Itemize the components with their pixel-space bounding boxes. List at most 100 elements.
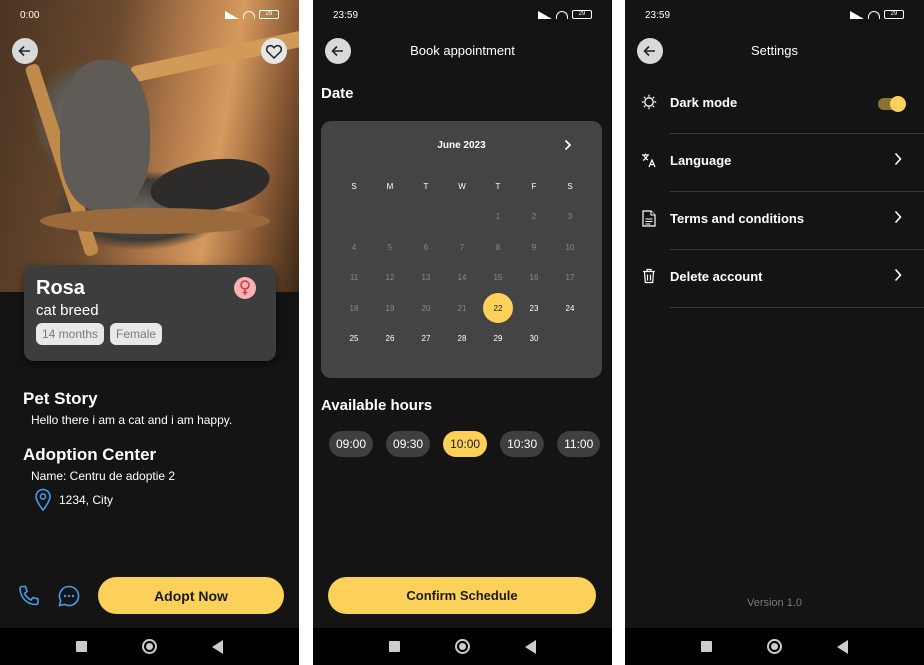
weekday-label: M [386, 181, 394, 191]
chevron-right-icon [894, 268, 902, 287]
status-icons: 29 [850, 10, 904, 19]
confirm-schedule-button[interactable]: Confirm Schedule [328, 577, 596, 614]
heart-icon [266, 44, 282, 59]
recents-icon[interactable] [701, 641, 712, 652]
chevron-right-icon [894, 210, 902, 229]
center-name: Name: Centru de adoptie 2 [31, 469, 176, 483]
calendar-day: 2 [516, 202, 552, 232]
calendar-day: 11 [336, 263, 372, 293]
home-icon[interactable] [767, 639, 782, 654]
status-time: 23:59 [333, 10, 359, 21]
calendar-day[interactable]: 29 [480, 324, 516, 354]
age-chip: 14 months [36, 323, 105, 345]
adopt-now-button[interactable]: Adopt Now [98, 577, 284, 614]
pet-info-card: Rosa cat breed 14 months Female [24, 265, 276, 361]
pet-name: Rosa [36, 277, 85, 299]
recents-icon[interactable] [76, 641, 87, 652]
back-nav-icon[interactable] [212, 639, 223, 654]
adoption-center-title: Adoption Center [23, 445, 157, 464]
day-number: 7 [459, 242, 465, 252]
calendar-day[interactable]: 26 [372, 324, 408, 354]
weekday-label: F [531, 181, 537, 191]
setting-delete-account[interactable]: Delete account [625, 250, 924, 308]
chevron-right-icon[interactable] [564, 139, 572, 154]
setting-label: Terms and conditions [670, 211, 805, 226]
trash-icon [641, 268, 657, 284]
calendar-day: 4 [336, 232, 372, 262]
pet-photo [0, 0, 299, 292]
system-nav-bar [313, 628, 612, 665]
calendar-day[interactable]: 23 [516, 293, 552, 323]
calendar-day[interactable]: 24 [552, 293, 588, 323]
setting-language[interactable]: Language [625, 134, 924, 192]
battery-icon: 29 [259, 10, 279, 19]
calendar-day: 17 [552, 263, 588, 293]
setting-terms[interactable]: Terms and conditions [625, 192, 924, 250]
favorite-button[interactable] [261, 38, 287, 64]
chair-seat [40, 208, 270, 234]
day-number: 24 [565, 303, 575, 313]
day-number: 16 [529, 273, 539, 283]
cat-figure [60, 60, 150, 210]
home-icon[interactable] [142, 639, 157, 654]
back-button[interactable] [637, 38, 663, 64]
back-button[interactable] [12, 38, 38, 64]
day-number: 29 [493, 334, 503, 344]
hour-chip[interactable]: 11:00 [557, 431, 601, 457]
brightness-icon [641, 94, 657, 110]
pet-story-title: Pet Story [23, 389, 98, 408]
day-number: 17 [565, 273, 575, 283]
setting-label: Delete account [670, 269, 763, 284]
calendar-day: 21 [444, 293, 480, 323]
calendar-day: 3 [552, 202, 588, 232]
book-appointment-screen: 23:59 29 Book appointment Date June 2023… [313, 0, 612, 665]
calendar-day [444, 202, 480, 232]
status-bar: 23:59 29 [313, 0, 612, 30]
calendar-day: 20 [408, 293, 444, 323]
calendar-day[interactable]: 27 [408, 324, 444, 354]
dark-mode-toggle[interactable] [878, 96, 906, 112]
center-address: 1234, City [59, 493, 114, 507]
day-number: 8 [495, 242, 501, 252]
calendar-day[interactable]: 25 [336, 324, 372, 354]
day-number: 2 [531, 212, 537, 222]
home-icon[interactable] [455, 639, 470, 654]
phone-icon[interactable] [17, 584, 41, 613]
recents-icon[interactable] [389, 641, 400, 652]
hour-chip[interactable]: 10:00 [443, 431, 488, 457]
pet-details-screen: 0:00 29 Rosa cat breed 14 months Female … [0, 0, 299, 665]
selected-day: 22 [483, 293, 513, 324]
hour-chip[interactable]: 10:30 [500, 431, 545, 457]
hour-chip[interactable]: 09:30 [386, 431, 431, 457]
day-number: 23 [529, 303, 539, 313]
pet-story-text: Hello there i am a cat and i am happy. [31, 413, 233, 427]
back-nav-icon[interactable] [525, 639, 536, 654]
calendar-grid: S M T W T F S 1 2 3 4 5 6 7 8 9 10 11 12 13 14 15 16 17 18 19 20 21… [336, 171, 588, 354]
day-number: 25 [349, 334, 359, 344]
date-label: Date [321, 85, 354, 102]
calendar-day[interactable]: 30 [516, 324, 552, 354]
calendar-day [408, 202, 444, 232]
back-button[interactable] [325, 38, 351, 64]
day-number: 30 [529, 334, 539, 344]
female-icon [234, 277, 256, 299]
status-time: 23:59 [645, 10, 671, 21]
day-number: 11 [349, 273, 359, 283]
arrow-left-icon [18, 45, 30, 57]
system-nav-bar [625, 628, 924, 665]
calendar-day[interactable]: 22 [480, 293, 516, 324]
wifi-icon [868, 10, 880, 19]
setting-label: Language [670, 153, 732, 168]
chat-icon[interactable] [57, 584, 81, 613]
app-version: Version 1.0 [746, 597, 803, 609]
weekday-label: W [458, 181, 466, 191]
battery-icon: 29 [572, 10, 592, 19]
calendar-day: 13 [408, 263, 444, 293]
back-nav-icon[interactable] [837, 639, 848, 654]
calendar-day: 1 [480, 202, 516, 232]
day-number: 3 [567, 212, 573, 222]
calendar-day[interactable]: 28 [444, 324, 480, 354]
hour-chip[interactable]: 09:00 [329, 431, 374, 457]
setting-dark-mode[interactable]: Dark mode [625, 76, 924, 134]
setting-label: Dark mode [670, 95, 738, 110]
